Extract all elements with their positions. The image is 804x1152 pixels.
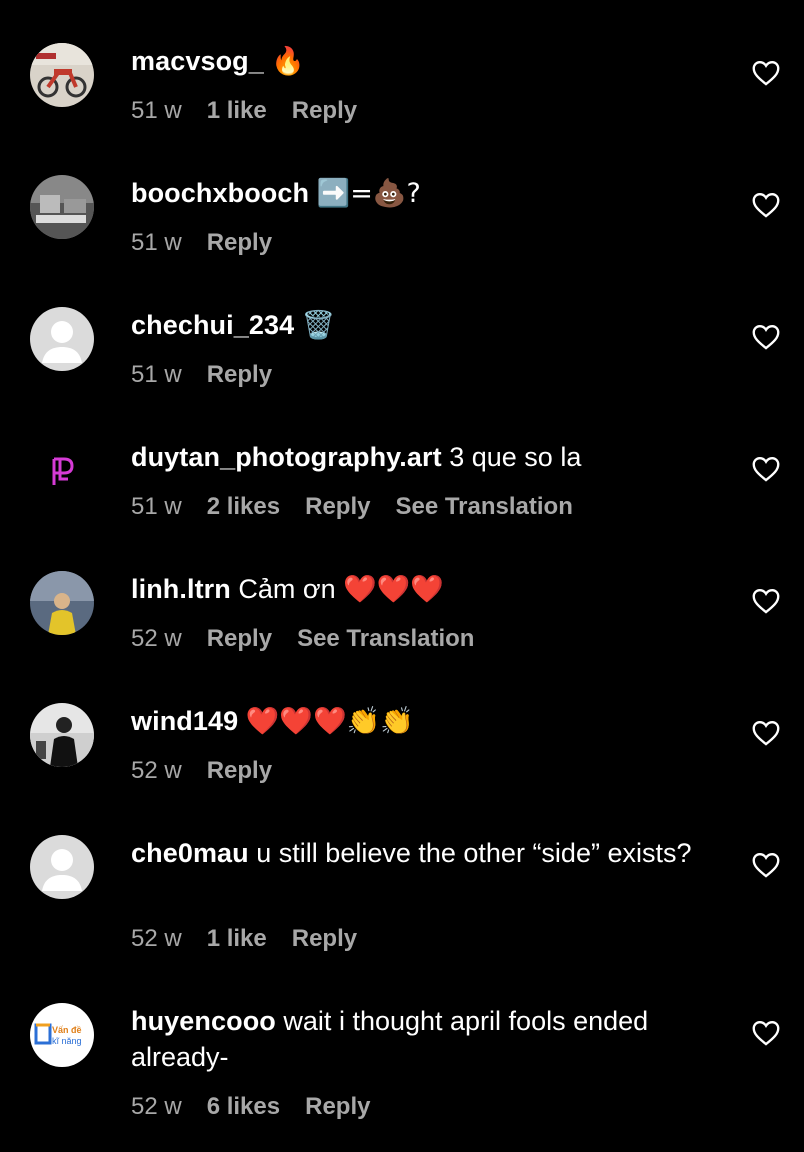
comment-emoji: 🔥 [271, 46, 306, 77]
reply-button[interactable]: Reply [207, 229, 272, 257]
see-translation-button[interactable]: See Translation [395, 493, 572, 521]
comment-age: 52 w [131, 1093, 182, 1120]
comment-meta: 51 w 1 like Reply [131, 97, 382, 125]
photo-avatar-image [30, 703, 94, 767]
comment-text: wind149 ❤️❤️❤️👏👏 [131, 703, 711, 740]
person-icon [30, 835, 94, 899]
comment-text: che0mau u still believe the other “side”… [131, 835, 711, 871]
heart-outline-icon[interactable] [752, 1020, 780, 1046]
avatar-logo-line1: Vấn đề [52, 1025, 82, 1035]
photo-avatar-image [30, 571, 94, 635]
heart-outline-icon[interactable] [752, 720, 780, 746]
comment-meta: 52 w Reply [131, 757, 297, 785]
reply-button[interactable]: Reply [207, 361, 272, 389]
comment-age: 52 w [131, 625, 182, 652]
comment-username[interactable]: duytan_photography.art [131, 442, 442, 472]
avatar-logo-line2: kĩ năng [52, 1036, 82, 1046]
comment-text: duytan_photography.art 3 que so la [131, 439, 711, 476]
comment-likes[interactable]: 6 likes [207, 1093, 280, 1121]
reply-button[interactable]: Reply [305, 493, 370, 521]
comment-emoji: ➡️=💩? [316, 178, 421, 209]
comment-text: huyencooo wait i thought april fools end… [131, 1003, 711, 1075]
brand-logo-avatar [30, 439, 94, 503]
comment-likes[interactable]: 1 like [207, 925, 267, 953]
comment-likes[interactable]: 1 like [207, 97, 267, 125]
comment-meta: 51 w Reply [131, 361, 297, 389]
comment-age: 51 w [131, 361, 182, 388]
comment-text: chechui_234 🗑️ [131, 307, 711, 344]
avatar[interactable]: Vấn đề kĩ năng [30, 1003, 94, 1067]
heart-outline-icon[interactable] [752, 60, 780, 86]
avatar[interactable] [30, 439, 94, 503]
comment-meta: 51 w Reply [131, 229, 297, 257]
comment-username[interactable]: boochxbooch [131, 178, 309, 208]
person-icon [30, 307, 94, 371]
comment-body: u still believe the other “side” exists? [256, 838, 692, 868]
comment-meta: 52 w 6 likes Reply [131, 1093, 395, 1121]
heart-outline-icon[interactable] [752, 192, 780, 218]
see-translation-button[interactable]: See Translation [297, 625, 474, 653]
reply-button[interactable]: Reply [305, 1093, 370, 1121]
motorcycle-avatar-image [30, 43, 94, 107]
brand-logo-avatar: Vấn đề kĩ năng [30, 1003, 94, 1067]
comment-username[interactable]: chechui_234 [131, 310, 294, 340]
comment-age: 52 w [131, 757, 182, 784]
comment-username[interactable]: che0mau [131, 838, 249, 868]
comment-likes[interactable]: 2 likes [207, 493, 280, 521]
comment-emoji: ❤️❤️❤️👏👏 [245, 706, 414, 737]
comment-text: linh.ltrn Cảm ơn ❤️❤️❤️ [131, 571, 711, 608]
reply-button[interactable]: Reply [292, 925, 357, 953]
comment-emoji: 🗑️ [301, 310, 336, 341]
comment-age: 51 w [131, 493, 182, 520]
avatar[interactable] [30, 43, 94, 107]
comment-body: Cảm ơn [238, 574, 336, 604]
photo-avatar-image [30, 175, 94, 239]
heart-outline-icon[interactable] [752, 852, 780, 878]
reply-button[interactable]: Reply [292, 97, 357, 125]
comment-emoji: ❤️❤️❤️ [343, 574, 445, 605]
comment-username[interactable]: linh.ltrn [131, 574, 231, 604]
comment-text: boochxbooch ➡️=💩? [131, 175, 711, 212]
heart-outline-icon[interactable] [752, 456, 780, 482]
comment-body: 3 que so la [449, 442, 582, 472]
comment-text: macvsog_ 🔥 [131, 43, 711, 80]
comment-meta: 51 w 2 likes Reply See Translation [131, 493, 598, 521]
comment-username[interactable]: wind149 [131, 706, 238, 736]
comment-age: 52 w [131, 925, 182, 952]
comment-meta: 52 w 1 like Reply [131, 925, 382, 953]
avatar[interactable] [30, 835, 94, 899]
comment-username[interactable]: huyencooo [131, 1006, 276, 1036]
avatar[interactable] [30, 571, 94, 635]
avatar[interactable] [30, 703, 94, 767]
comment-meta: 52 w Reply See Translation [131, 625, 499, 653]
comment-username[interactable]: macvsog_ [131, 46, 264, 76]
avatar[interactable] [30, 307, 94, 371]
heart-outline-icon[interactable] [752, 588, 780, 614]
comment-age: 51 w [131, 229, 182, 256]
avatar[interactable] [30, 175, 94, 239]
reply-button[interactable]: Reply [207, 757, 272, 785]
comment-age: 51 w [131, 97, 182, 124]
reply-button[interactable]: Reply [207, 625, 272, 653]
heart-outline-icon[interactable] [752, 324, 780, 350]
